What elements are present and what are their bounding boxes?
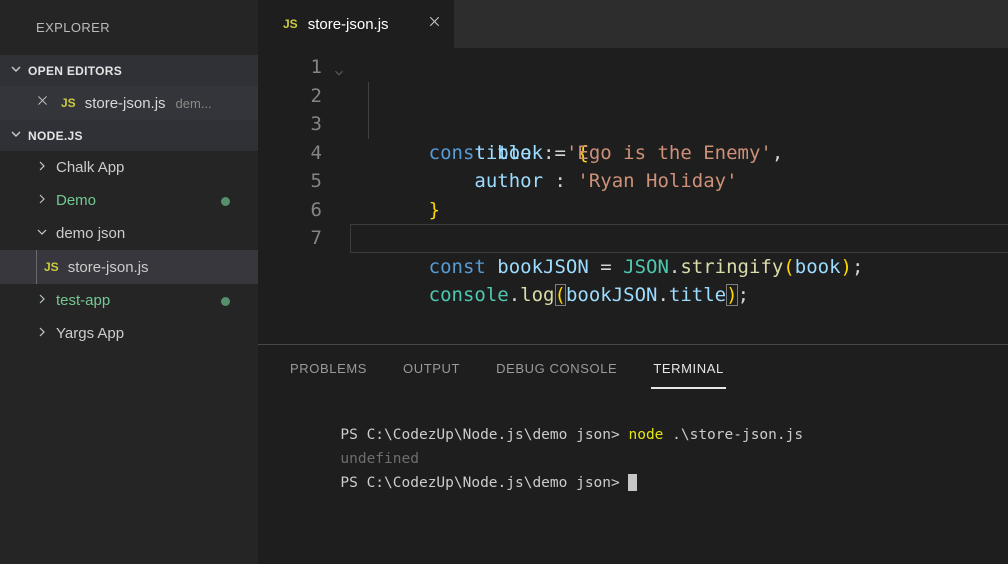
tab-terminal[interactable]: TERMINAL <box>651 348 726 389</box>
line-number: 6 <box>310 198 322 221</box>
tree-item-label: test-app <box>56 292 111 309</box>
line-number: 3 <box>310 113 322 135</box>
code-line[interactable]: 5 <box>258 167 1008 196</box>
code-token: bookJSON <box>565 284 658 306</box>
chevron-right-icon <box>34 191 50 211</box>
terminal-cursor <box>628 473 638 491</box>
open-editor-item[interactable]: JS store-json.js dem... <box>0 86 258 120</box>
code-line[interactable]: 3 author : 'Ryan Holiday' <box>258 110 1008 192</box>
explorer-sidebar: EXPLORER OPEN EDITORS JS store-json.js d… <box>0 0 258 564</box>
git-modified-dot-icon <box>221 196 230 206</box>
tab-output[interactable]: OUTPUT <box>401 348 462 389</box>
code-token: console <box>428 284 509 306</box>
bottom-panel: PROBLEMS OUTPUT DEBUG CONSOLE TERMINAL P… <box>258 344 1008 564</box>
code-line[interactable]: 6 const bookJSON = JSON.stringify(book); <box>258 196 1008 278</box>
code-token: bookJSON <box>497 255 601 278</box>
code-token: log <box>520 284 555 306</box>
open-editor-filename: store-json.js <box>84 94 166 112</box>
js-file-icon: JS <box>61 96 76 110</box>
tree-item-label: store-json.js <box>67 258 149 276</box>
code-token: const <box>428 255 498 278</box>
terminal-prompt: PS C:\CodezUp\Node.js\demo json> <box>340 475 629 491</box>
code-token: ( <box>783 255 795 278</box>
code-token: . <box>668 255 681 278</box>
editor-area: JS store-json.js 1 const book = { 2 titl… <box>258 0 1008 344</box>
terminal-line: PS C:\CodezUp\Node.js\demo json> node .\… <box>288 399 1008 443</box>
terminal[interactable]: PS C:\CodezUp\Node.js\demo json> node .\… <box>258 391 1008 491</box>
tree-item-label: Demo <box>56 192 97 209</box>
code-token: JSON <box>623 255 669 278</box>
chevron-down-icon <box>8 61 24 80</box>
tab-debug-console[interactable]: DEBUG CONSOLE <box>494 348 619 389</box>
file-tree: Chalk App Demo demo json JS store-json.j… <box>0 151 258 350</box>
tree-item-label: demo json <box>56 225 126 242</box>
line-number: 2 <box>310 84 322 107</box>
code-token: ( <box>554 284 566 306</box>
code-editor[interactable]: 1 const book = { 2 title : 'Ego is the E… <box>258 48 1008 306</box>
code-line[interactable]: 2 title : 'Ego is the Enemy', <box>258 81 1008 164</box>
chevron-right-icon <box>34 324 50 344</box>
code-token: ) <box>726 284 738 306</box>
code-line[interactable]: 1 const book = { <box>258 53 1008 164</box>
code-token: ; <box>851 255 864 278</box>
chevron-down-icon <box>8 126 24 145</box>
tree-item-label: Yargs App <box>56 325 125 342</box>
tree-item-chalk-app[interactable]: Chalk App <box>0 151 258 184</box>
code-token: ; <box>737 284 750 306</box>
tree-item-store-json-selected[interactable]: JS store-json.js <box>0 250 258 284</box>
terminal-argument: .\store-json.js <box>663 427 804 443</box>
code-token: ) <box>840 255 852 278</box>
line-number: 5 <box>310 170 322 192</box>
code-token: . <box>508 284 521 306</box>
code-token: stringify <box>680 255 784 278</box>
code-token: book <box>794 255 841 278</box>
tab-problems[interactable]: PROBLEMS <box>288 348 369 389</box>
terminal-command: node <box>628 427 664 443</box>
close-icon[interactable] <box>36 94 49 112</box>
git-modified-dot-icon <box>221 296 230 306</box>
open-editor-folder-hint: dem... <box>175 95 212 111</box>
sidebar-title: EXPLORER <box>36 20 111 35</box>
line-number: 4 <box>310 141 322 164</box>
editor-tab-bar: JS store-json.js <box>258 0 1008 48</box>
js-file-icon: JS <box>283 17 298 31</box>
chevron-right-icon <box>34 291 50 311</box>
terminal-prompt: PS C:\CodezUp\Node.js\demo json> <box>340 427 629 443</box>
code-token: . <box>657 284 669 306</box>
line-number: 7 <box>310 227 322 249</box>
js-file-icon: JS <box>44 260 59 274</box>
code-token: = <box>600 255 624 278</box>
code-line-current[interactable]: 7 console.log(bookJSON.title); <box>258 224 1008 306</box>
tree-item-demo-json[interactable]: demo json <box>0 217 258 250</box>
tab-store-json[interactable]: JS store-json.js <box>258 0 454 48</box>
tree-item-demo[interactable]: Demo <box>0 184 258 217</box>
section-open-editors[interactable]: OPEN EDITORS <box>0 55 258 86</box>
sidebar-sections: OPEN EDITORS JS store-json.js dem... NOD… <box>0 55 258 151</box>
section-nodejs[interactable]: NODE.JS <box>0 120 258 151</box>
tree-item-test-app[interactable]: test-app <box>0 284 258 317</box>
code-token: title <box>668 284 727 306</box>
line-number: 1 <box>310 56 322 78</box>
tab-title: store-json.js <box>307 15 389 33</box>
section-open-editors-label: OPEN EDITORS <box>28 63 123 78</box>
tree-item-label: Chalk App <box>56 159 125 176</box>
close-icon[interactable] <box>427 14 442 34</box>
tree-item-yargs-app[interactable]: Yargs App <box>0 317 258 350</box>
code-line[interactable]: 4 } <box>258 139 1008 221</box>
chevron-right-icon <box>34 158 50 178</box>
section-nodejs-label: NODE.JS <box>28 128 83 143</box>
terminal-output: undefined <box>340 451 419 467</box>
chevron-down-icon <box>34 224 50 244</box>
panel-tab-bar: PROBLEMS OUTPUT DEBUG CONSOLE TERMINAL <box>258 345 1008 391</box>
